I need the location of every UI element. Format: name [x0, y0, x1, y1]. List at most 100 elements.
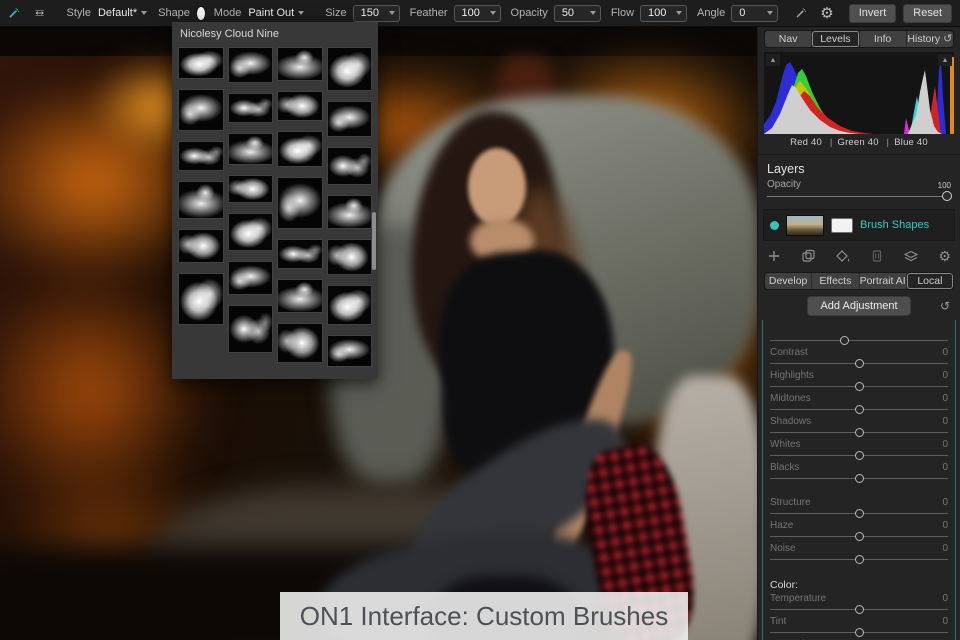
slider-knob[interactable] — [854, 382, 864, 391]
tab-label: Nav — [778, 33, 798, 45]
brush-thumbnail[interactable] — [178, 181, 224, 219]
perfect-brush-wand-icon[interactable] — [795, 4, 807, 22]
brush-thumbnail[interactable] — [178, 47, 224, 79]
brush-thumbnail[interactable] — [227, 261, 273, 295]
reset-button[interactable]: Reset — [903, 3, 953, 23]
brush-shape-swatch[interactable] — [196, 6, 205, 20]
size-dropdown[interactable]: 150 — [352, 4, 400, 22]
slider-knob[interactable] — [854, 428, 864, 437]
whites-slider[interactable] — [770, 450, 948, 462]
brush-thumbnail[interactable] — [277, 239, 323, 269]
brush-thumbnail[interactable] — [326, 239, 372, 275]
opacity-slider[interactable] — [767, 190, 953, 204]
add-layer-icon[interactable] — [767, 249, 781, 263]
opacity-slider-knob[interactable] — [942, 191, 953, 201]
add-adjustment-button[interactable]: Add Adjustment — [807, 296, 911, 316]
layer-thumbnail[interactable] — [786, 214, 824, 236]
brush-thumbnail[interactable] — [326, 335, 372, 367]
slider-knob[interactable] — [854, 474, 864, 483]
tab-nav[interactable]: Nav — [765, 31, 813, 47]
image-canvas[interactable] — [0, 26, 757, 640]
shadow-clipping-toggle[interactable]: ▲ — [766, 54, 780, 66]
brush-thumbnail[interactable] — [277, 279, 323, 313]
layer-mask-icon[interactable] — [831, 217, 853, 233]
blacks-slider[interactable] — [770, 473, 948, 485]
haze-slider[interactable] — [770, 531, 948, 543]
opacity-dropdown[interactable]: 50 — [553, 4, 601, 22]
tint-slider[interactable] — [770, 627, 948, 639]
brush-thumbnail[interactable] — [277, 131, 323, 167]
brush-thumbnail[interactable] — [227, 93, 273, 123]
blue-value: 40 — [916, 137, 928, 148]
invert-button[interactable]: Invert — [848, 3, 897, 23]
slider-label: Whites — [770, 439, 801, 450]
opacity-label: Opacity — [510, 7, 548, 19]
brush-toolbar: Style Default* Shape Mode Paint Out Size… — [0, 0, 960, 27]
slider-knob[interactable] — [854, 555, 864, 564]
brush-thumbnail[interactable] — [326, 285, 372, 325]
slider-knob[interactable] — [854, 359, 864, 368]
brush-thumbnail[interactable] — [277, 177, 323, 229]
contrast-slider[interactable] — [770, 358, 948, 370]
slider-knob[interactable] — [854, 451, 864, 460]
duplicate-layer-icon[interactable] — [801, 249, 816, 263]
brush-thumbnail[interactable] — [227, 175, 273, 203]
brush-thumbnail[interactable] — [277, 323, 323, 363]
brush-thumbnail[interactable] — [227, 213, 273, 251]
module-tab-local[interactable]: Local — [906, 273, 953, 289]
layer-settings-gear-icon[interactable]: ⚙ — [938, 249, 951, 263]
flow-dropdown[interactable]: 100 — [640, 4, 688, 22]
brush-thumbnail[interactable] — [326, 195, 372, 229]
structure-slider[interactable] — [770, 508, 948, 520]
brush-thumbnail[interactable] — [227, 305, 273, 353]
midtones-slider[interactable] — [770, 404, 948, 416]
history-undo-icon: ↺ — [943, 33, 953, 45]
tab-history[interactable]: History ↺ — [906, 31, 953, 47]
shadows-slider[interactable] — [770, 427, 948, 439]
module-tab-portrait-ai[interactable]: Portrait AI — [859, 273, 907, 289]
brush-thumbnail[interactable] — [326, 47, 372, 91]
module-tab-effects[interactable]: Effects — [812, 273, 860, 289]
photo-tree-trunk — [495, 56, 555, 186]
brush-thumbnail[interactable] — [227, 133, 273, 165]
tab-levels[interactable]: Levels — [812, 31, 860, 47]
delete-layer-icon[interactable] — [871, 249, 883, 263]
module-tab-develop[interactable]: Develop — [765, 273, 813, 289]
slider-knob[interactable] — [854, 628, 864, 637]
brush-thumbnail[interactable] — [277, 47, 323, 81]
contrast-slider-row: Contrast 0 — [770, 347, 948, 370]
style-dropdown[interactable]: Default* — [98, 7, 148, 19]
layer-row[interactable]: Brush Shapes — [763, 209, 955, 241]
brush-thumbnail[interactable] — [326, 147, 372, 185]
highlights-slider[interactable] — [770, 381, 948, 393]
noise-slider[interactable] — [770, 554, 948, 566]
mode-dropdown[interactable]: Paint Out — [248, 7, 305, 19]
unlabeled-slider[interactable] — [770, 335, 948, 347]
highlight-clipping-toggle[interactable]: ▲ — [938, 54, 952, 66]
layer-visibility-dot[interactable] — [770, 220, 779, 230]
reset-adjustments-icon[interactable]: ↺ — [940, 299, 950, 313]
photo-woman-face — [468, 148, 526, 226]
layer-stack-icon[interactable] — [903, 249, 919, 263]
brush-thumbnail[interactable] — [277, 91, 323, 121]
brush-thumbnail[interactable] — [227, 47, 273, 83]
brush-thumbnail[interactable] — [326, 101, 372, 137]
tab-info[interactable]: Info — [859, 31, 907, 47]
slider-knob[interactable] — [854, 532, 864, 541]
slider-knob[interactable] — [854, 405, 864, 414]
temperature-slider[interactable] — [770, 604, 948, 616]
paint-bucket-icon[interactable] — [835, 249, 851, 263]
masking-brush-tool-icon[interactable] — [8, 4, 20, 22]
brush-panel-scrollbar[interactable] — [372, 212, 376, 270]
masking-bug-tool-icon[interactable] — [33, 6, 46, 20]
brush-settings-gear-icon[interactable]: ⚙ — [820, 6, 833, 21]
slider-knob[interactable] — [840, 336, 850, 345]
brush-thumbnail[interactable] — [178, 141, 224, 171]
brush-thumbnail[interactable] — [178, 229, 224, 263]
brush-thumbnail[interactable] — [178, 89, 224, 131]
angle-dropdown[interactable]: 0 — [731, 4, 779, 22]
slider-knob[interactable] — [854, 605, 864, 614]
slider-knob[interactable] — [854, 509, 864, 518]
feather-dropdown[interactable]: 100 — [453, 4, 501, 22]
brush-thumbnail[interactable] — [178, 273, 224, 325]
